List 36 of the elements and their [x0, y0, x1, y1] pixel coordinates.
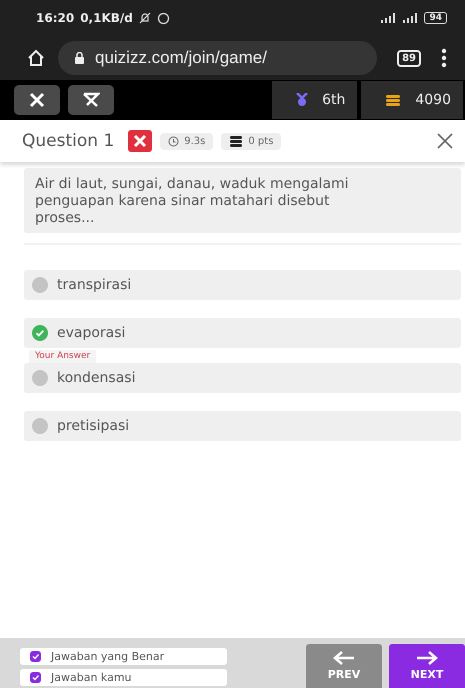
close-button[interactable] — [14, 85, 60, 115]
address-bar[interactable]: quizizz.com/join/game/ — [58, 41, 378, 75]
signal-icon — [380, 13, 396, 23]
lock-icon — [74, 52, 85, 64]
legend-checkbox[interactable]: Jawaban kamu — [20, 669, 227, 686]
question-title: Question 1 — [22, 131, 114, 151]
close-icon[interactable] — [437, 133, 453, 149]
prev-button[interactable]: PREV — [306, 644, 382, 688]
status-time: 16:20 — [36, 11, 74, 25]
points-chip: 0 pts — [221, 132, 282, 150]
answer-option[interactable]: kondensasi — [24, 363, 461, 393]
clock-icon — [168, 136, 180, 146]
rank-badge: 6th — [272, 81, 360, 119]
menu-icon[interactable] — [441, 48, 447, 68]
time-chip: 9.3s — [160, 132, 214, 150]
answer-option[interactable]: transpirasi — [24, 270, 461, 300]
medal-icon — [296, 93, 308, 107]
home-icon[interactable] — [26, 48, 46, 68]
answer-option[interactable]: evaporasi — [24, 318, 461, 348]
right-arrow-icon — [416, 651, 438, 665]
answer-option[interactable]: pretisipasi — [24, 411, 461, 441]
coins-icon — [385, 94, 402, 106]
next-button[interactable]: NEXT — [389, 644, 465, 688]
left-arrow-icon — [333, 651, 355, 665]
bell-off-icon — [138, 12, 151, 24]
signal-icon — [402, 13, 418, 23]
tab-count-button[interactable]: 89 — [397, 50, 421, 66]
coins-icon — [229, 136, 244, 146]
data-rate: 0,1KB/d — [80, 11, 133, 25]
close-icon — [29, 92, 45, 108]
coins-badge: 4090 — [361, 81, 465, 119]
battery-level: 94 — [424, 12, 447, 24]
legend-checkbox[interactable]: Jawaban yang Benar — [20, 648, 227, 665]
question-text: Air di laut, sungai, danau, waduk mengalami penguapan karena sinar matahari disebut proses... — [24, 168, 461, 233]
mute-button[interactable] — [68, 85, 114, 115]
answer-tag: Your Answer — [29, 350, 96, 363]
